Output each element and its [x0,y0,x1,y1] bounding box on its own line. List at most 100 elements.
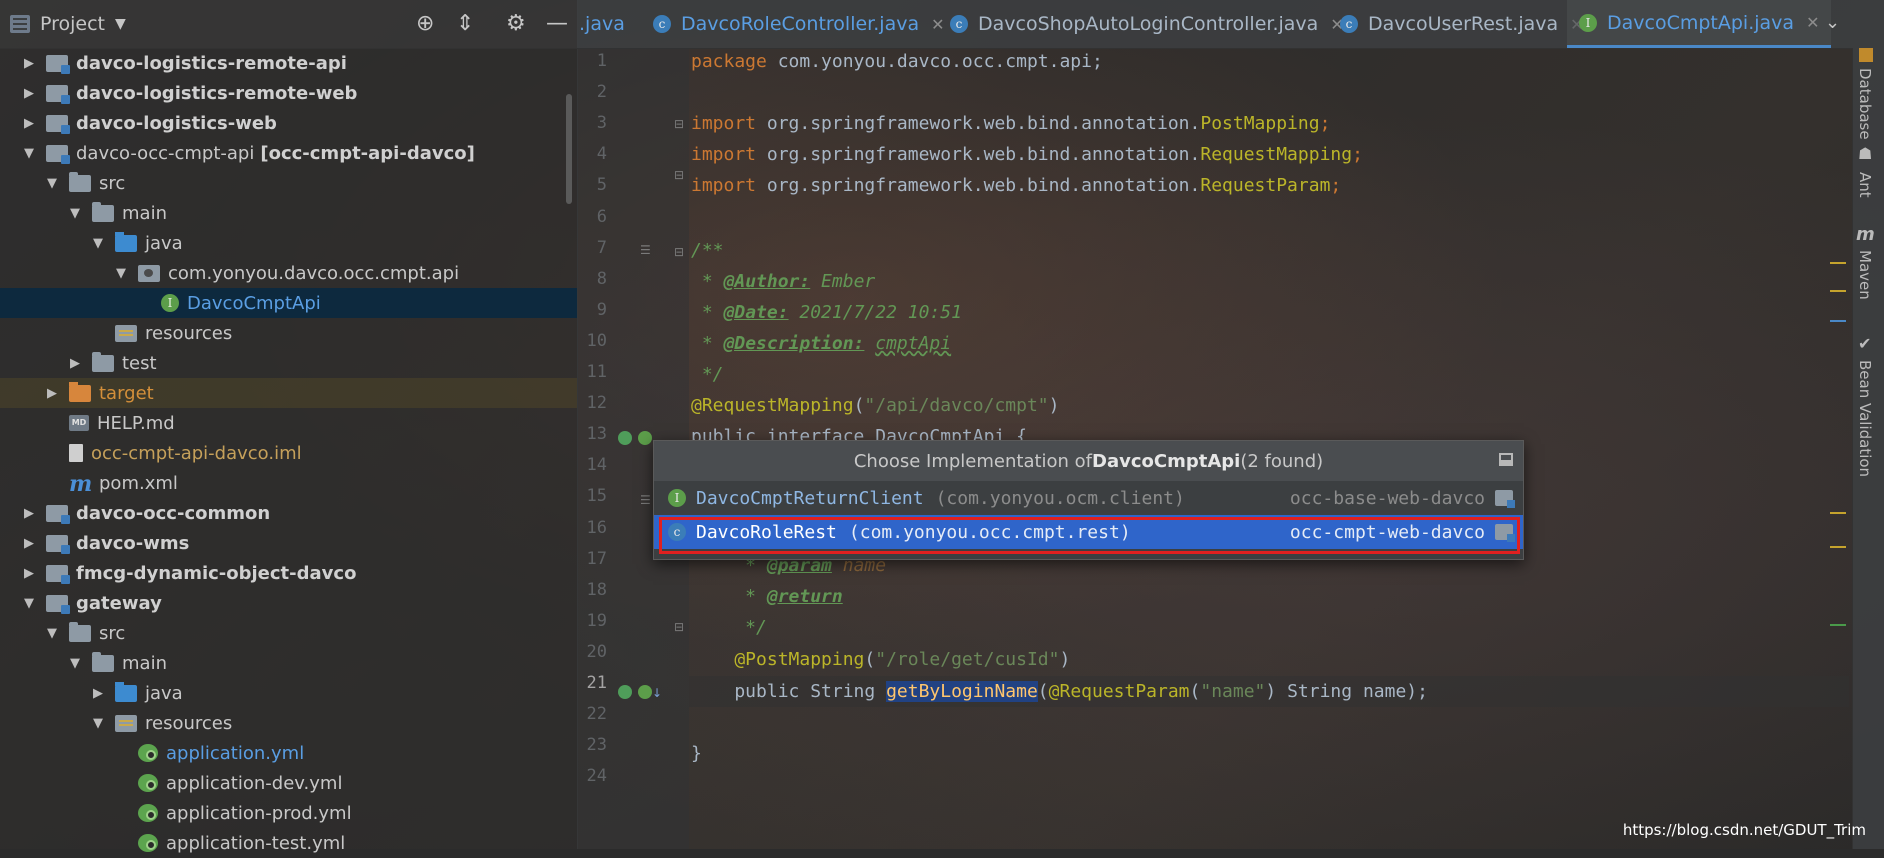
expand-right-icon[interactable]: ▶ [91,686,105,701]
expand-down-icon[interactable]: ▼ [22,146,36,161]
ant-tool-button[interactable]: Ant [1856,172,1874,198]
locate-icon[interactable]: ⊕ [416,12,434,36]
expand-right-icon[interactable]: ▶ [68,356,82,371]
code-line-11[interactable]: */ [691,359,724,390]
code-line-1[interactable]: package com.yonyou.davco.occ.cmpt.api; [691,46,1103,77]
tree-item[interactable]: ▶ davco-logistics-remote-api [0,48,577,78]
code-line-3[interactable]: import org.springframework.web.bind.anno… [691,108,1330,139]
bean-validation-tool-button[interactable]: Bean Validation [1856,360,1874,477]
maven-tool-button[interactable]: Maven [1856,250,1874,300]
expand-down-icon[interactable]: ▼ [45,626,59,641]
fold-icon[interactable]: ⊟ [674,245,684,259]
code-line-9[interactable]: * @Date: 2021/7/22 10:51 [691,297,962,328]
code-line-20[interactable]: @PostMapping("/role/get/cusId") [691,644,1070,675]
inspection-status-icon[interactable] [1859,48,1873,62]
tree-item[interactable]: ▶ fmcg-dynamic-object-davco [0,558,577,588]
method-name[interactable]: getByLoginName [886,681,1038,702]
tree-item[interactable]: ▶resources [0,318,577,348]
tree-item[interactable]: ▶occ-cmpt-api-davco.iml [0,438,577,468]
open-in-window-icon[interactable] [1499,453,1513,466]
fold-icon[interactable]: ⊟ [674,620,684,634]
doc-render-icon[interactable]: ☰ [640,493,651,507]
close-icon[interactable]: ✕ [931,15,944,34]
implemented-icon[interactable] [618,685,632,699]
code-line-5[interactable]: import org.springframework.web.bind.anno… [691,170,1341,201]
tab-java[interactable]: .java [579,0,625,48]
tree-item[interactable]: ▶ davco-logistics-web [0,108,577,138]
expand-down-icon[interactable]: ▼ [91,716,105,731]
tree-item[interactable]: ▶mpom.xml [0,468,577,498]
tree-item[interactable]: ▶ davco-occ-common [0,498,577,528]
error-stripe-marker[interactable] [1830,512,1846,514]
tree-item[interactable]: ▶ davco-wms [0,528,577,558]
code-line-8[interactable]: * @Author: Ember [691,266,875,297]
expand-down-icon[interactable]: ▼ [114,266,128,281]
tree-item[interactable]: ▼ main [0,198,577,228]
interface-gutter-icon[interactable] [638,431,652,445]
tree-item[interactable]: ▼ com.yonyou.davco.occ.cmpt.api [0,258,577,288]
expand-right-icon[interactable]: ▶ [22,56,36,71]
expand-down-icon[interactable]: ▼ [68,206,82,221]
expand-right-icon[interactable]: ▶ [22,566,36,581]
chevron-down-icon[interactable]: ▼ [115,16,126,32]
error-stripe-marker[interactable] [1830,262,1846,264]
tree-item[interactable]: ▶application-dev.yml [0,768,577,798]
tree-item[interactable]: ▶ java [0,678,577,708]
error-stripe-marker[interactable] [1830,290,1846,292]
tree-item[interactable]: ▶ target [0,378,577,408]
expand-down-icon[interactable]: ▼ [68,656,82,671]
expand-down-icon[interactable]: ▼ [91,236,105,251]
code-line-23[interactable]: } [691,738,702,769]
code-line-10[interactable]: * @Description: cmptApi [691,328,951,359]
tree-scrollbar[interactable] [566,94,572,204]
tree-item[interactable]: ▼ java [0,228,577,258]
expand-right-icon[interactable]: ▶ [22,116,36,131]
error-stripe-marker[interactable] [1830,624,1846,626]
interface-gutter-icon[interactable] [638,685,652,699]
tree-item[interactable]: ▼ davco-occ-cmpt-api [occ-cmpt-api-davco] [0,138,577,168]
expand-down-icon[interactable]: ▼ [22,596,36,611]
expand-right-icon[interactable]: ▶ [22,536,36,551]
tab-davco-shop-auto-login-controller[interactable]: c DavcoShopAutoLoginController.java ✕ [950,0,1344,48]
down-arrow-icon[interactable]: ↓ [652,686,662,700]
error-stripe-marker[interactable] [1830,546,1846,548]
tree-item[interactable]: ▶ test [0,348,577,378]
code-line-7[interactable]: /** [691,235,724,266]
project-title[interactable]: Project [40,13,105,35]
tree-item[interactable]: ▶MDHELP.md [0,408,577,438]
code-line-12[interactable]: @RequestMapping("/api/davco/cmpt") [691,390,1059,421]
tree-item[interactable]: ▼ main [0,648,577,678]
tree-item[interactable]: ▶application-test.yml [0,828,577,858]
database-tool-button[interactable]: Database [1856,68,1874,140]
collapse-all-icon[interactable]: ⇕ [456,12,474,36]
implementation-item[interactable]: I DavcoCmptReturnClient (com.yonyou.ocm.… [654,481,1523,515]
code-line-21[interactable]: public String getByLoginName(@RequestPar… [691,676,1428,707]
tree-item[interactable]: ▼ src [0,168,577,198]
code-line-18[interactable]: * @return [691,581,843,612]
tab-list-chevron-icon[interactable]: ⌄ [1825,12,1840,33]
tab-davco-cmpt-api[interactable]: I DavcoCmptApi.java ✕ [1567,0,1832,48]
code-line-4[interactable]: import org.springframework.web.bind.anno… [691,139,1363,170]
expand-right-icon[interactable]: ▶ [22,506,36,521]
tree-item[interactable]: ▶application.yml [0,738,577,768]
tab-davco-user-rest[interactable]: c DavcoUserRest.java ✕ [1340,0,1584,48]
code-line-19[interactable]: */ [691,612,767,643]
hide-icon[interactable]: — [546,12,568,36]
fold-icon[interactable]: ⊟ [674,117,684,131]
expand-right-icon[interactable]: ▶ [45,386,59,401]
fold-icon[interactable]: ⊟ [674,168,684,182]
gear-icon[interactable]: ⚙ [506,12,526,36]
implemented-icon[interactable] [618,431,632,445]
expand-right-icon[interactable]: ▶ [22,86,36,101]
tree-item[interactable]: ▶IDavcoCmptApi [0,288,577,318]
tab-davco-role-controller[interactable]: c DavcoRoleController.java ✕ [653,0,945,48]
error-stripe-marker[interactable] [1830,320,1846,322]
expand-down-icon[interactable]: ▼ [45,176,59,191]
tree-item[interactable]: ▼ src [0,618,577,648]
tree-item[interactable]: ▶application-prod.yml [0,798,577,828]
close-icon[interactable]: ✕ [1806,13,1819,32]
tree-item[interactable]: ▼ gateway [0,588,577,618]
doc-render-icon[interactable]: ☰ [640,243,651,257]
tree-item[interactable]: ▶ davco-logistics-remote-web [0,78,577,108]
tree-item[interactable]: ▼ resources [0,708,577,738]
